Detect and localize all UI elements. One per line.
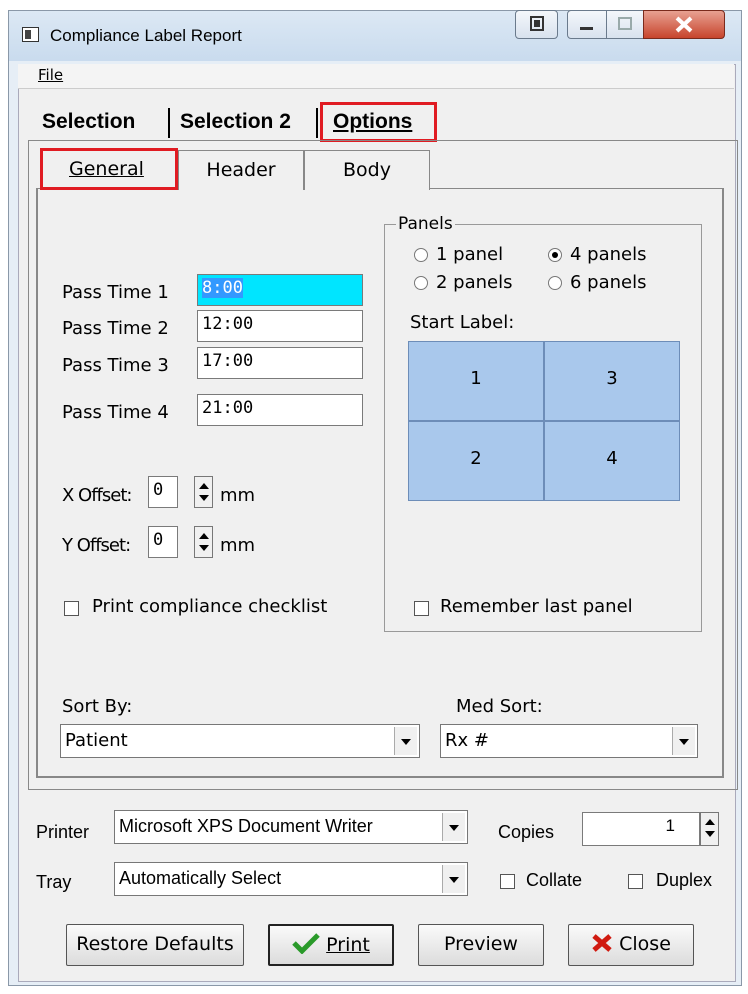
printer-label: Printer [36, 822, 90, 842]
print-label: Print [326, 934, 370, 956]
close-label: Close [619, 933, 671, 955]
start-label-cell[interactable]: 1 [408, 341, 544, 421]
restore-icon [530, 16, 544, 31]
radio-1-panel-label: 1 panel [436, 244, 504, 265]
printer-select[interactable]: Microsoft XPS Document Writer [114, 810, 468, 844]
pass-time-1-label: Pass Time 1 [62, 282, 169, 303]
copies-label: Copies [498, 822, 555, 842]
restore-defaults-button[interactable]: Restore Defaults [66, 924, 244, 966]
pass-time-4-label: Pass Time 4 [62, 402, 169, 423]
radio-6-panels-label: 6 panels [570, 272, 647, 293]
y-offset-spinner[interactable] [194, 526, 213, 558]
tab-header[interactable]: Header [178, 150, 304, 190]
med-sort-label: Med Sort: [456, 696, 543, 717]
tab-divider [168, 108, 170, 138]
chevron-down-icon [672, 727, 695, 755]
menu-file[interactable]: File [38, 66, 63, 84]
menu-bar [18, 64, 734, 89]
print-checklist-label: Print compliance checklist [92, 596, 328, 617]
sort-by-label: Sort By: [62, 696, 133, 717]
start-label-cell[interactable]: 4 [544, 421, 680, 501]
spin-up-icon [705, 819, 715, 825]
spin-down-icon [705, 831, 715, 837]
start-label-cell[interactable]: 2 [408, 421, 544, 501]
med-sort-value: Rx # [445, 730, 489, 751]
spin-up-icon [199, 483, 209, 489]
window-title: Compliance Label Report [50, 26, 242, 45]
tray-label: Tray [36, 872, 72, 892]
spin-down-icon [199, 545, 209, 551]
minimize-button[interactable] [567, 10, 607, 39]
start-label-heading: Start Label: [410, 312, 515, 333]
med-sort-select[interactable]: Rx # [440, 724, 698, 758]
chevron-down-icon [394, 727, 417, 755]
pass-time-3-input[interactable]: 17:00 [197, 347, 363, 379]
remember-panel-checkbox[interactable] [414, 601, 429, 616]
close-window-button[interactable] [643, 10, 725, 39]
copies-input[interactable]: 1 [582, 812, 700, 846]
pass-time-2-input[interactable]: 12:00 [197, 310, 363, 342]
printer-value: Microsoft XPS Document Writer [119, 816, 373, 836]
sort-by-value: Patient [65, 730, 128, 751]
close-button[interactable]: Close [568, 924, 694, 966]
start-label-cell[interactable]: 3 [544, 341, 680, 421]
tab-divider [316, 108, 318, 138]
radio-4-panels-label: 4 panels [570, 244, 647, 265]
remember-panel-label: Remember last panel [440, 596, 633, 617]
close-icon [675, 16, 693, 33]
tab-general[interactable]: General [40, 148, 178, 190]
pass-time-2-label: Pass Time 2 [62, 318, 169, 339]
print-button[interactable]: Print [268, 924, 394, 966]
y-offset-input[interactable]: 0 [148, 526, 178, 558]
print-checklist-checkbox[interactable] [64, 601, 79, 616]
x-offset-unit: mm [220, 485, 256, 506]
tab-selection[interactable]: Selection [42, 110, 135, 134]
radio-1-panel[interactable] [414, 248, 428, 262]
spin-down-icon [199, 495, 209, 501]
radio-2-panels[interactable] [414, 276, 428, 290]
radio-6-panels[interactable] [548, 276, 562, 290]
checkmark-icon [292, 933, 320, 955]
tab-header-label: Header [206, 159, 276, 181]
spin-up-icon [199, 533, 209, 539]
chevron-down-icon [442, 813, 465, 841]
tab-selection-2[interactable]: Selection 2 [180, 110, 291, 134]
preview-label: Preview [444, 933, 518, 955]
duplex-label: Duplex [656, 870, 713, 890]
minimize-icon [580, 27, 593, 30]
x-offset-spinner[interactable] [194, 476, 213, 508]
tab-general-label: General [69, 158, 144, 180]
sort-by-select[interactable]: Patient [60, 724, 420, 758]
maximize-icon [618, 17, 632, 30]
tab-body-label: Body [343, 159, 391, 181]
close-x-icon [592, 934, 612, 952]
copies-spinner[interactable] [700, 812, 719, 846]
duplex-checkbox[interactable] [628, 874, 643, 889]
tray-select[interactable]: Automatically Select [114, 862, 468, 896]
collate-checkbox[interactable] [500, 874, 515, 889]
pass-time-4-input[interactable]: 21:00 [197, 394, 363, 426]
y-offset-unit: mm [220, 535, 256, 556]
tab-options[interactable]: Options [333, 110, 412, 134]
x-offset-input[interactable]: 0 [148, 476, 178, 508]
y-offset-label: Y Offset: [62, 535, 131, 556]
pass-time-1-input[interactable]: 8:00 [197, 274, 363, 306]
app-icon [22, 27, 39, 42]
preview-button[interactable]: Preview [418, 924, 544, 966]
tray-value: Automatically Select [119, 868, 282, 888]
pass-time-1-value: 8:00 [202, 278, 243, 298]
restore-window-button[interactable] [515, 10, 558, 39]
radio-2-panels-label: 2 panels [436, 272, 513, 293]
x-offset-label: X Offset: [62, 485, 132, 506]
tab-body[interactable]: Body [304, 150, 430, 190]
panels-group-title: Panels [396, 214, 455, 234]
radio-4-panels[interactable] [548, 248, 562, 262]
pass-time-3-label: Pass Time 3 [62, 355, 169, 376]
chevron-down-icon [442, 865, 465, 893]
collate-label: Collate [526, 870, 583, 890]
restore-defaults-label: Restore Defaults [76, 933, 234, 955]
maximize-button[interactable] [606, 10, 644, 39]
